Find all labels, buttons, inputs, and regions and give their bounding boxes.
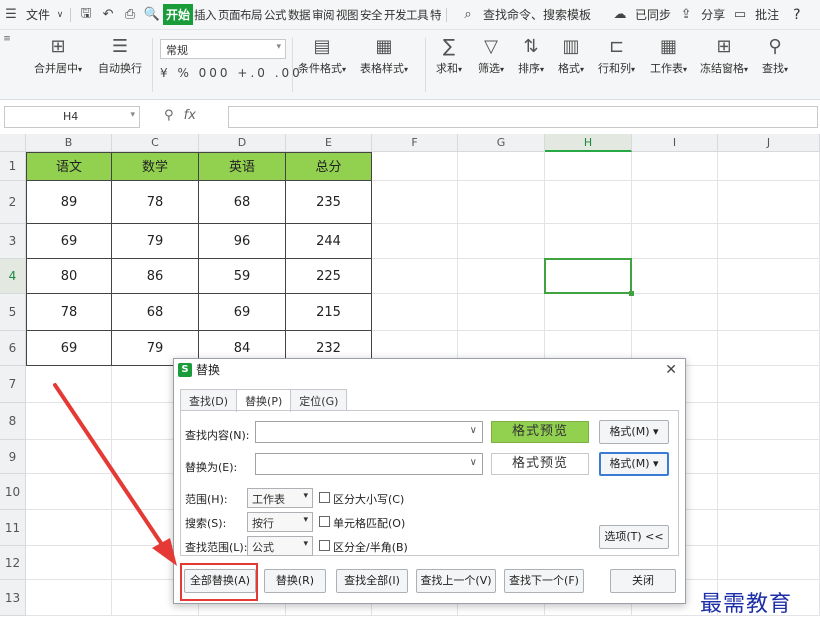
watermark: 最需教育 — [700, 592, 793, 617]
annotation-arrow — [53, 383, 177, 566]
